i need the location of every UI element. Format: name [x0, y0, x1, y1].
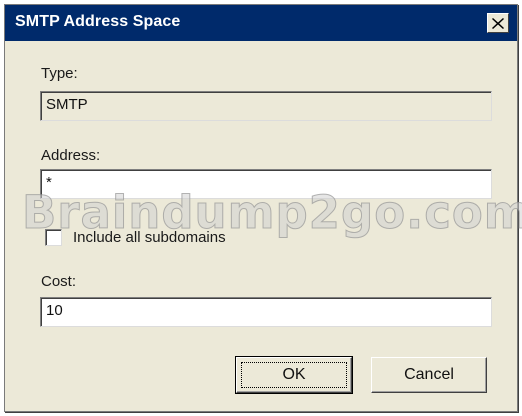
address-label: Address: [41, 147, 101, 164]
close-icon [492, 17, 504, 29]
smtp-address-space-dialog: SMTP Address Space Type: SMTP Address: *… [4, 4, 518, 412]
cost-label: Cost: [41, 273, 77, 290]
ok-button[interactable]: OK [235, 356, 353, 394]
focus-rectangle [241, 362, 347, 388]
type-label: Type: [41, 65, 78, 82]
dialog-title: SMTP Address Space [15, 13, 181, 30]
title-bar[interactable]: SMTP Address Space [5, 5, 517, 41]
address-input[interactable]: * [40, 169, 492, 199]
type-field: SMTP [40, 91, 492, 121]
cost-input[interactable]: 10 [40, 297, 492, 327]
cancel-button-label: Cancel [404, 366, 454, 383]
include-subdomains-checkbox[interactable] [45, 229, 62, 246]
include-subdomains-label[interactable]: Include all subdomains [73, 229, 226, 246]
cancel-button[interactable]: Cancel [371, 357, 487, 393]
close-button[interactable] [487, 13, 509, 33]
